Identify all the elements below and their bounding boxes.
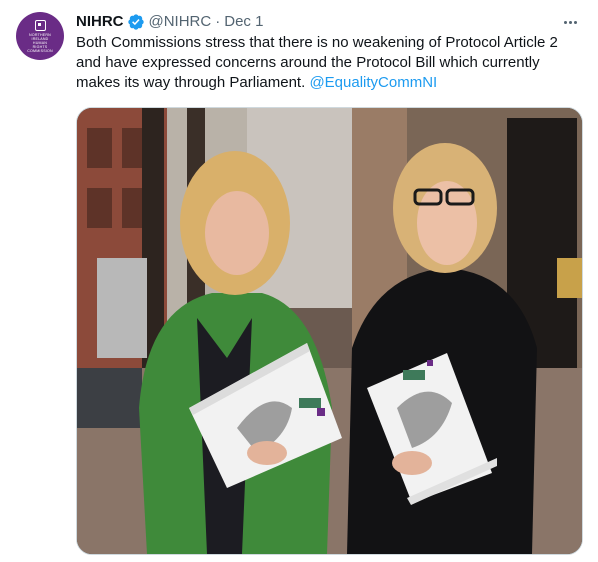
- timestamp[interactable]: Dec 1: [224, 12, 263, 32]
- tweet-text: Both Commissions stress that there is no…: [76, 33, 576, 93]
- avatar[interactable]: NORTHERN IRELAND HUMAN RIGHTS COMMISSION: [16, 12, 64, 60]
- tweet-text-line: Both Commissions stress that there is no…: [76, 34, 558, 51]
- handle[interactable]: @NIHRC: [149, 12, 212, 32]
- mention-link[interactable]: @EqualityCommNI: [309, 74, 437, 91]
- display-name[interactable]: NIHRC: [76, 12, 124, 32]
- more-options-icon[interactable]: [558, 12, 582, 32]
- avatar-logo-text: NORTHERN IRELAND HUMAN RIGHTS COMMISSION: [27, 32, 53, 53]
- verified-badge-icon: [127, 13, 145, 31]
- tweet-text-line: makes its way through Parliament. @Equal…: [76, 74, 438, 91]
- separator-dot: ·: [215, 13, 221, 30]
- tweet-header: NIHRC @NIHRC · Dec 1: [76, 12, 582, 32]
- nihrc-logo-icon: [34, 19, 46, 31]
- tweet-text-line: and have expressed concerns around the P…: [76, 54, 540, 71]
- tweet-photo[interactable]: [76, 107, 583, 555]
- tweet[interactable]: NORTHERN IRELAND HUMAN RIGHTS COMMISSION…: [0, 0, 598, 562]
- photo-two-commissioners-holding-reports-icon: [77, 108, 582, 554]
